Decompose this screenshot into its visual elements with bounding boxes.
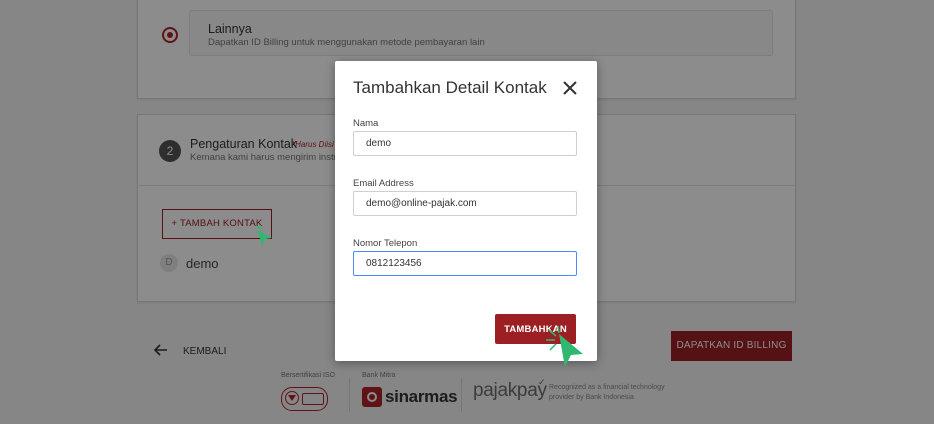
phone-label: Nomor Telepon xyxy=(353,238,418,249)
add-contact-modal: Tambahkan Detail Kontak Nama Email Addre… xyxy=(335,61,597,361)
email-field[interactable] xyxy=(353,191,577,216)
close-icon[interactable] xyxy=(563,81,577,95)
email-label: Email Address xyxy=(353,178,414,189)
name-field[interactable] xyxy=(353,131,577,156)
name-label: Nama xyxy=(353,118,379,129)
cursor-icon xyxy=(546,325,583,367)
modal-title: Tambahkan Detail Kontak xyxy=(353,78,547,97)
cursor-icon xyxy=(255,224,272,246)
phone-field[interactable] xyxy=(353,251,577,276)
